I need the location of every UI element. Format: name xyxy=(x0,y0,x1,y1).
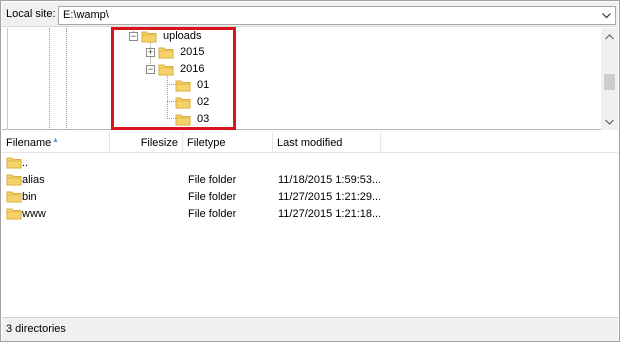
file-list-header: Filename ▲ Filesize Filetype Last modifi… xyxy=(2,132,618,153)
folder-icon xyxy=(6,157,22,169)
folder-icon xyxy=(6,191,22,203)
cell-filetype: File folder xyxy=(188,208,237,220)
folder-icon xyxy=(6,174,22,186)
cell-last-modified: 11/27/2015 1:21:18... xyxy=(278,208,380,220)
chevron-down-icon[interactable] xyxy=(598,7,615,24)
column-header-filename[interactable]: Filename ▲ xyxy=(2,132,110,153)
tree-vertical-scrollbar[interactable] xyxy=(601,28,618,130)
status-bar: 3 directories xyxy=(2,317,618,341)
cell-filetype: File folder xyxy=(188,191,237,203)
highlight-box xyxy=(111,27,236,130)
cell-last-modified: 11/18/2015 1:59:53... xyxy=(278,174,380,186)
file-manager-window: Local site: E:\wamp\ − uploads + 2015 − … xyxy=(0,0,620,342)
tree-guide-line xyxy=(7,28,8,130)
tree-guide-line xyxy=(66,28,67,130)
sort-ascending-icon: ▲ xyxy=(52,137,59,144)
local-site-bar: Local site: E:\wamp\ xyxy=(2,2,618,27)
column-header-last-modified[interactable]: Last modified xyxy=(273,132,381,153)
column-header-label: Last modified xyxy=(277,137,343,149)
scroll-up-icon[interactable] xyxy=(601,28,618,45)
cell-filename: alias xyxy=(22,174,45,186)
column-header-label: Filetype xyxy=(187,137,226,149)
cell-filename: .. xyxy=(22,157,29,169)
table-row[interactable]: .. xyxy=(2,154,618,171)
scroll-down-icon[interactable] xyxy=(601,113,618,130)
cell-filetype: File folder xyxy=(188,174,237,186)
column-header-label: Filename xyxy=(6,137,52,149)
table-row[interactable]: alias File folder 11/18/2015 1:59:53... xyxy=(2,171,618,188)
column-header-filetype[interactable]: Filetype xyxy=(183,132,273,153)
folder-icon xyxy=(6,208,22,220)
cell-last-modified: 11/27/2015 1:21:29... xyxy=(278,191,380,203)
local-site-path[interactable]: E:\wamp\ xyxy=(63,9,109,21)
tree-guide-line xyxy=(49,28,50,130)
directory-tree[interactable]: − uploads + 2015 − 2016 01 02 03 xyxy=(2,28,618,130)
local-site-label: Local site: xyxy=(6,8,56,20)
status-text: 3 directories xyxy=(6,323,66,335)
column-header-label: Filesize xyxy=(140,137,178,149)
table-row[interactable]: www File folder 11/27/2015 1:21:18... xyxy=(2,205,618,222)
cell-filename: bin xyxy=(22,191,37,203)
local-site-combo[interactable]: E:\wamp\ xyxy=(58,6,616,25)
cell-filename: www xyxy=(22,208,46,220)
table-row[interactable]: bin File folder 11/27/2015 1:21:29... xyxy=(2,188,618,205)
scrollbar-thumb[interactable] xyxy=(604,74,615,90)
column-header-filesize[interactable]: Filesize xyxy=(110,132,183,153)
